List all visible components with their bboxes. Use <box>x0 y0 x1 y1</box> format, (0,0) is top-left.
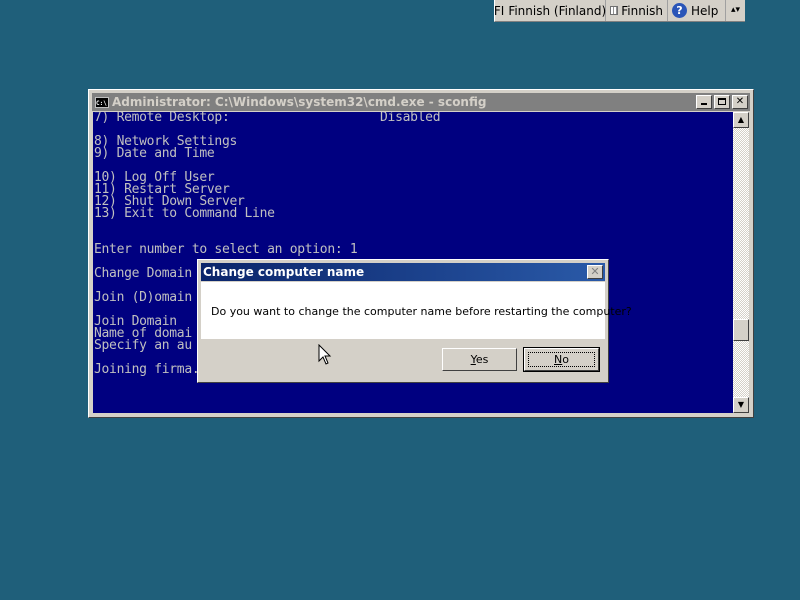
maximize-button[interactable] <box>714 95 730 109</box>
focus-rectangle <box>528 352 595 367</box>
dialog-close-button[interactable]: ✕ <box>587 265 603 279</box>
no-button[interactable]: No <box>523 347 600 372</box>
dialog-title: Change computer name <box>203 265 365 279</box>
console-line: 7) Remote Desktop: Disabled <box>94 112 441 125</box>
console-line: 9) Date and Time <box>94 146 215 161</box>
yes-button[interactable]: Yes <box>442 348 517 371</box>
arrow-cursor-icon <box>318 344 332 365</box>
cmd-icon[interactable]: C:\ <box>95 96 109 108</box>
dialog-content: Do you want to change the computer name … <box>201 282 632 339</box>
dialog-titlebar[interactable]: Change computer name ✕ <box>201 263 605 281</box>
scroll-down-button[interactable]: ▼ <box>733 397 749 413</box>
keyboard-icon <box>610 6 619 15</box>
scroll-up-button[interactable]: ▲ <box>733 112 749 128</box>
help-label: Help <box>691 3 719 18</box>
console-title: Administrator: C:\Windows\system32\cmd.e… <box>112 95 487 109</box>
scroll-thumb[interactable] <box>733 319 749 341</box>
console-scrollbar[interactable]: ▲ ▼ <box>733 112 749 413</box>
dialog-message: Do you want to change the computer name … <box>211 305 632 318</box>
language-bar: FI Finnish (Finland) Finnish ? Help ▴▾ <box>494 0 745 22</box>
yes-label-rest: es <box>475 353 489 366</box>
help-icon: ? <box>672 3 687 18</box>
keyboard-layout-selector[interactable]: Finnish <box>606 0 668 21</box>
console-titlebar[interactable]: C:\ Administrator: C:\Windows\system32\c… <box>92 93 750 111</box>
minimize-button[interactable] <box>696 95 712 109</box>
language-selector[interactable]: FI Finnish (Finland) <box>493 0 607 21</box>
console-line: Enter number to select an option: 1 <box>94 242 358 257</box>
keyboard-layout-name: Finnish <box>621 3 663 18</box>
options-arrows-icon: ▴▾ <box>730 5 741 15</box>
close-button[interactable]: ✕ <box>732 95 748 109</box>
language-code: FI <box>493 3 505 18</box>
help-button[interactable]: ? Help <box>668 0 726 21</box>
console-line: 13) Exit to Command Line <box>94 206 275 221</box>
change-computer-name-dialog: Change computer name ✕ Do you want to ch… <box>197 259 632 383</box>
language-bar-options-button[interactable]: ▴▾ <box>726 0 745 21</box>
language-name: Finnish (Finland) <box>508 3 607 18</box>
